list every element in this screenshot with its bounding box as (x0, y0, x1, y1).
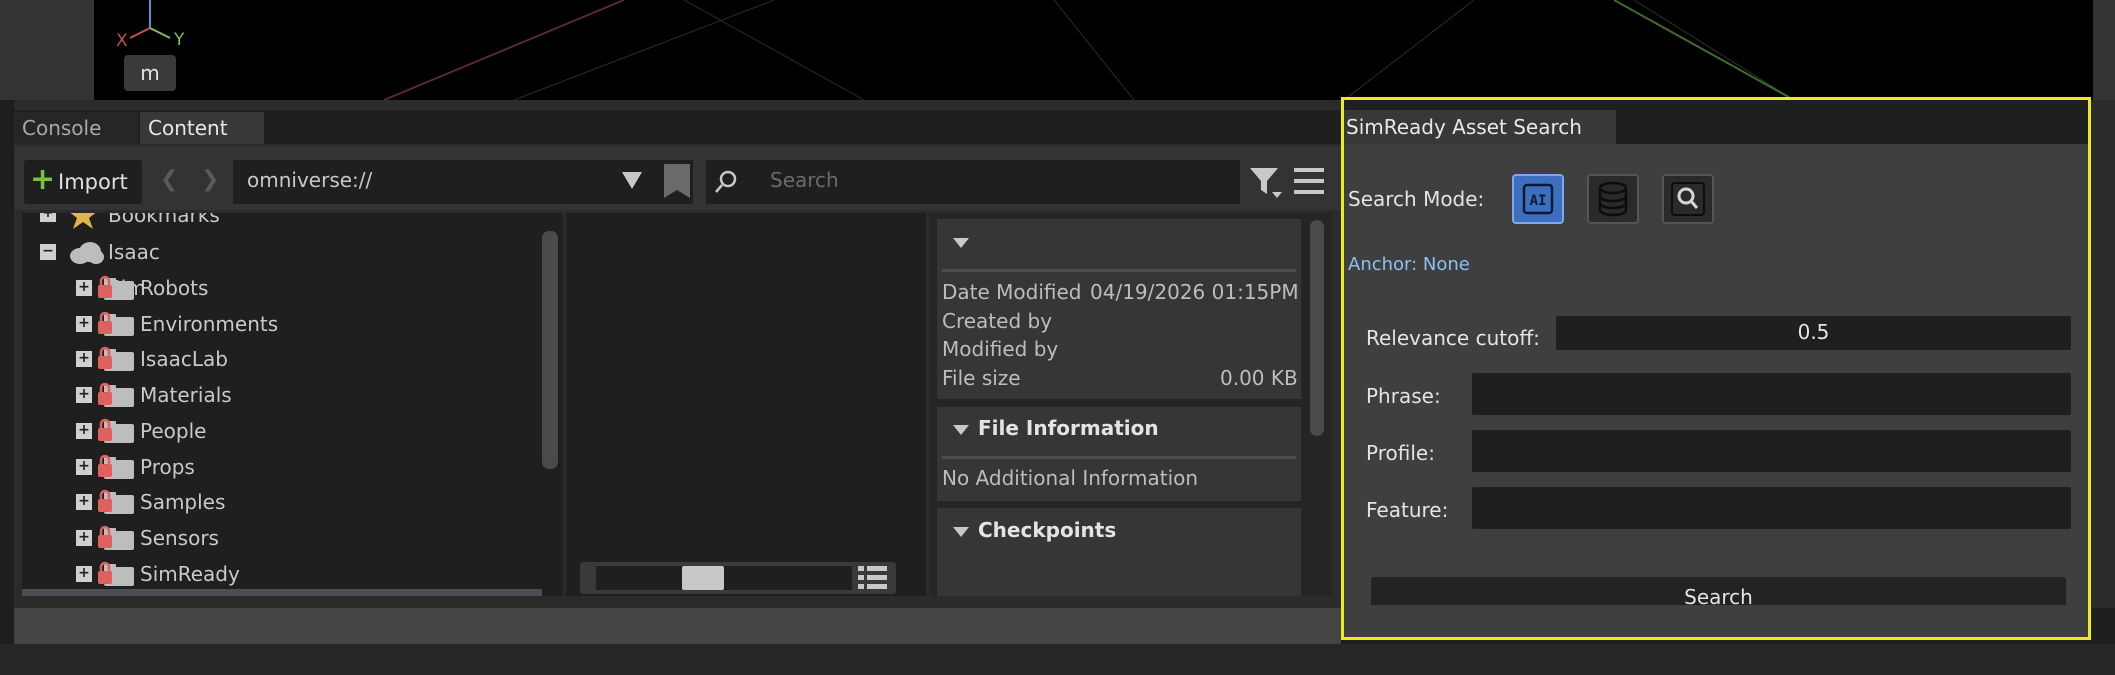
expand-icon[interactable]: + (76, 351, 92, 368)
expand-icon[interactable]: + (76, 280, 92, 296)
simready-asset-search-panel (1341, 97, 2091, 640)
axis-y-label: Y (174, 30, 185, 50)
no-additional-info: No Additional Information (942, 466, 1199, 490)
locked-folder-icon (98, 525, 134, 550)
viewport[interactable] (94, 0, 2093, 100)
search-placeholder: Search (770, 168, 839, 192)
expand-icon[interactable]: + (76, 529, 92, 546)
relevance-cutoff-value: 0.5 (1797, 320, 1830, 344)
locked-folder-icon (98, 454, 134, 479)
tree-label: Props (140, 454, 195, 479)
collapse-triangle-icon[interactable] (953, 527, 969, 539)
search-button-label: Search (1684, 585, 1753, 605)
axis-x-label: X (116, 31, 128, 51)
tree-label: IsaacLab (140, 347, 228, 372)
file-information-header[interactable]: File Information (978, 416, 1159, 440)
expand-icon[interactable]: + (40, 213, 56, 222)
plus-icon: + (30, 162, 56, 197)
locked-folder-icon (98, 489, 134, 515)
locked-folder-icon (98, 561, 134, 586)
tab-console[interactable]: Console (14, 112, 138, 144)
tree-label: Materials (140, 383, 232, 408)
feature-label: Feature: (1366, 498, 1449, 522)
expand-icon[interactable]: + (76, 387, 92, 404)
cloud-icon (70, 242, 104, 264)
search-icon (1671, 182, 1705, 216)
separator (942, 269, 1296, 272)
locked-folder-icon (98, 347, 134, 372)
unit-button[interactable]: m (124, 55, 176, 91)
locked-folder-icon (98, 418, 134, 443)
modified-by-label: Modified by (942, 337, 1059, 361)
import-button[interactable]: + Import (24, 160, 142, 204)
expand-icon[interactable]: + (76, 458, 92, 475)
file-size-label: File size (942, 366, 1021, 390)
bookmark-icon[interactable] (664, 164, 690, 200)
dropdown-triangle-icon[interactable] (622, 172, 642, 190)
phrase-label: Phrase: (1366, 384, 1441, 408)
ai-icon-label: AI (1530, 193, 1547, 209)
separator (942, 456, 1296, 459)
expand-icon[interactable]: + (76, 494, 92, 511)
file-size-value: 0.00 KB (1220, 366, 1298, 390)
import-label: Import (58, 170, 128, 194)
expand-icon[interactable]: + (76, 565, 92, 582)
forward-arrow-icon[interactable]: ❯ (201, 167, 219, 192)
viewport-grid (383, 0, 1795, 100)
tree-scrollbar[interactable] (542, 231, 558, 469)
locked-folder-icon (98, 275, 134, 300)
relevance-cutoff-label: Relevance cutoff: (1366, 326, 1540, 350)
created-by-label: Created by (942, 309, 1053, 333)
tab-simready-asset-search[interactable]: SimReady Asset Search (1344, 110, 1616, 144)
viewport-left-frame (0, 0, 94, 100)
database-icon (1598, 181, 1628, 217)
bottom-strip (0, 644, 2115, 675)
ai-mode-button[interactable]: AI (1512, 174, 1564, 224)
collapse-triangle-icon[interactable] (953, 238, 969, 250)
date-modified-value: 04/19/2026 01:15PM (1090, 280, 1299, 304)
tree-label: Robots (140, 276, 209, 300)
tree-label: Samples (140, 490, 226, 515)
tab-content[interactable]: Content (140, 112, 264, 144)
zoom-slider-groove (596, 566, 852, 590)
locked-folder-icon (98, 382, 134, 408)
keyword-search-mode-button[interactable] (1662, 174, 1714, 224)
tree-label: Sensors (140, 525, 219, 550)
profile-label: Profile: (1366, 441, 1435, 465)
locked-folder-icon (98, 311, 134, 336)
filter-icon[interactable] (1250, 168, 1284, 198)
checkpoints-header[interactable]: Checkpoints (978, 518, 1116, 542)
search-icon (715, 170, 737, 193)
collapse-triangle-icon[interactable] (953, 425, 969, 437)
folder-tree: + Bookmarks − Isaac Sim +Robots+Environm… (22, 213, 563, 596)
ai-icon: AI (1522, 183, 1554, 215)
zoom-slider-handle[interactable] (682, 566, 724, 590)
back-arrow-icon[interactable]: ❮ (160, 167, 178, 192)
phrase-input[interactable] (1472, 373, 2071, 415)
expand-icon[interactable]: + (76, 315, 92, 332)
file-list-pane (566, 213, 926, 596)
path-value: omniverse:// (247, 168, 373, 192)
feature-input[interactable] (1472, 487, 2071, 529)
star-icon (70, 213, 96, 229)
relevance-cutoff-field[interactable]: 0.5 (1556, 316, 2071, 350)
profile-input[interactable] (1472, 430, 2071, 472)
search-mode-label: Search Mode: (1348, 187, 1485, 211)
tree-label: SimReady (140, 561, 240, 586)
menu-icon[interactable] (1294, 168, 1324, 194)
tree-label: People (140, 418, 207, 443)
database-mode-button[interactable] (1587, 174, 1639, 224)
status-bar (14, 608, 1341, 644)
collapse-icon[interactable]: − (40, 244, 56, 260)
tree-label: Bookmarks (108, 213, 220, 227)
info-scrollbar[interactable] (1310, 220, 1324, 436)
list-view-icon[interactable] (858, 564, 888, 592)
viewport-right-frame (2093, 0, 2115, 100)
selected-row-edge (22, 589, 542, 596)
search-button[interactable]: Search (1371, 577, 2066, 605)
tree-label: Environments (140, 311, 279, 336)
anchor-label[interactable]: Anchor: None (1348, 254, 1470, 275)
expand-icon[interactable]: + (76, 422, 92, 439)
date-modified-label: Date Modified (942, 280, 1082, 304)
